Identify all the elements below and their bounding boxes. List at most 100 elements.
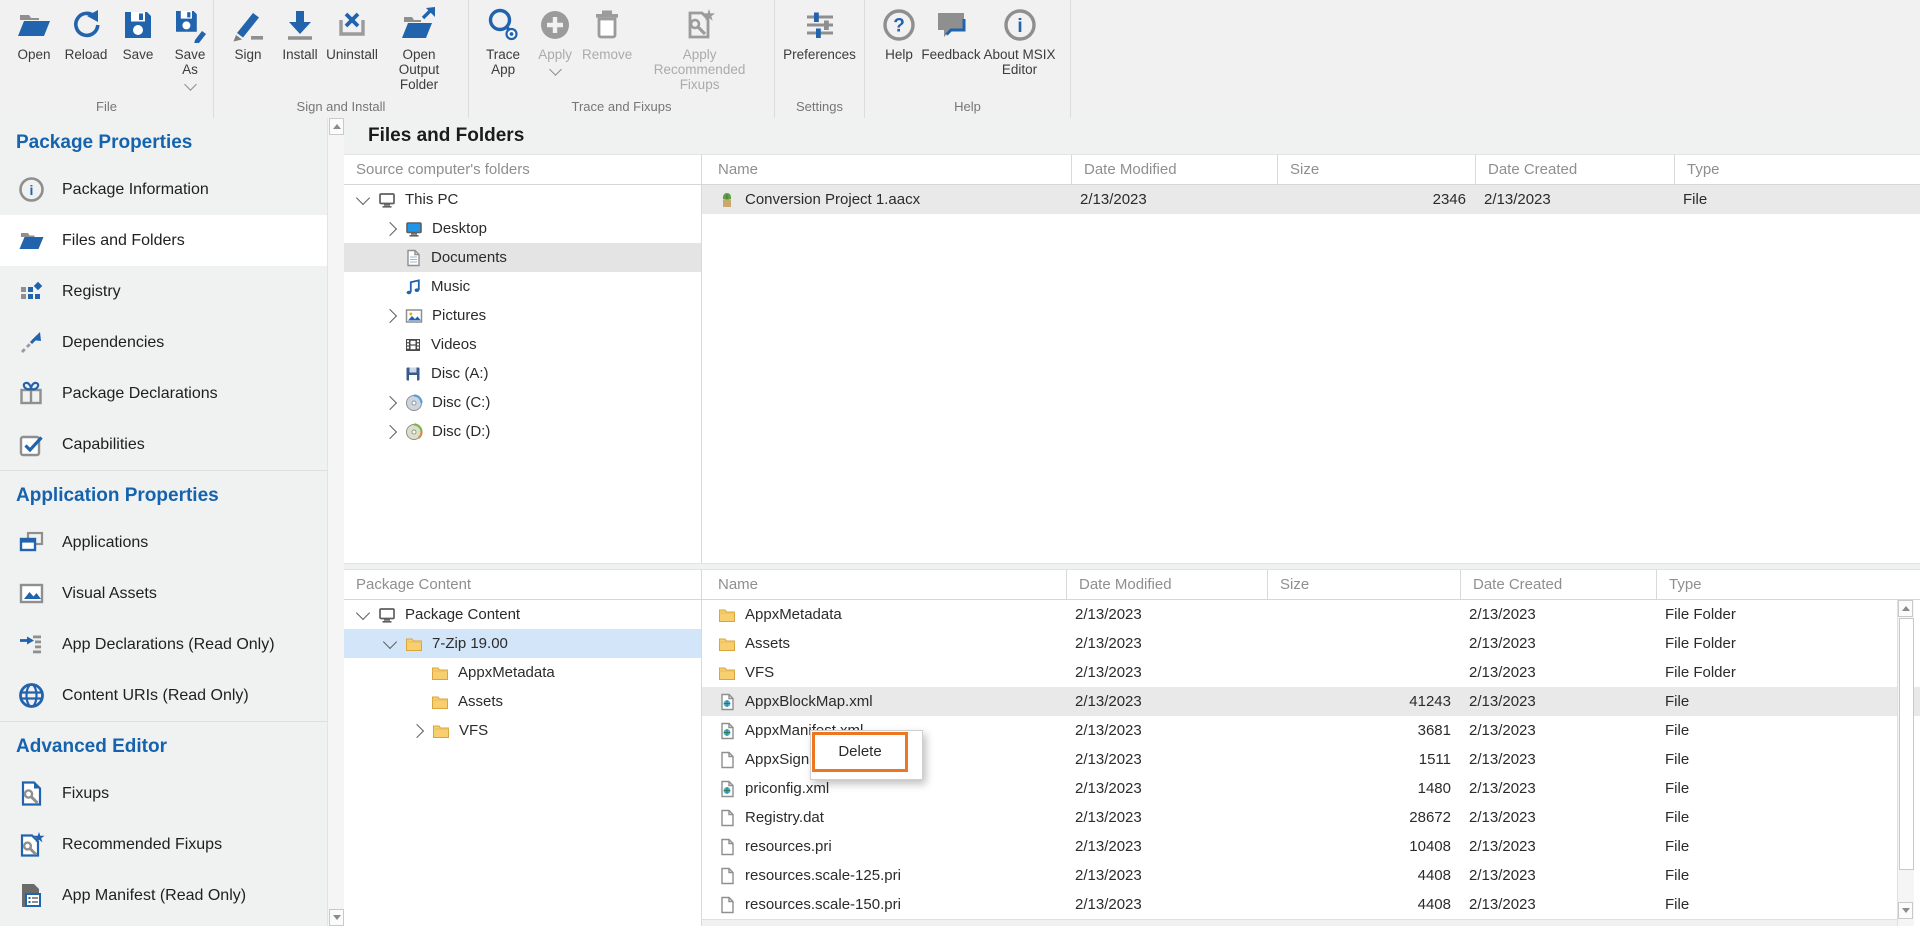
tree-item-desktop[interactable]: Desktop (344, 214, 701, 243)
sidebar-item-visual-assets[interactable]: Visual Assets (0, 568, 327, 619)
tree-item-music[interactable]: Music (344, 272, 701, 301)
sidebar-item-applications[interactable]: Applications (0, 517, 327, 568)
reload-button[interactable]: Reload (64, 7, 108, 62)
preferences-button[interactable]: Preferences (787, 7, 852, 62)
chevron-down-icon[interactable] (356, 605, 370, 619)
cell-date-modified: 2/13/2023 (1067, 606, 1268, 623)
chevron-right-icon[interactable] (383, 424, 397, 438)
sidebar-scroll-down-button[interactable] (329, 909, 344, 926)
file-row-resources-pri[interactable]: resources.pri2/13/2023104082/13/2023File (702, 832, 1920, 861)
help-button[interactable]: ?Help (877, 7, 921, 62)
file-row-assets[interactable]: Assets2/13/20232/13/2023File Folder (702, 629, 1920, 658)
chevron-right-icon[interactable] (410, 723, 424, 737)
remove-button[interactable]: Remove (585, 7, 629, 62)
button-label: Feedback (921, 47, 980, 62)
install-button[interactable]: Install (278, 7, 322, 62)
save-as-button[interactable]: Save As (168, 7, 212, 89)
source-panel: Source computer's foldersNameDate Modifi… (344, 155, 1920, 563)
sidebar-item-dependencies[interactable]: Dependencies (0, 317, 327, 368)
file-row-conversion-project-1-aacx[interactable]: Conversion Project 1.aacx2/13/202323462/… (702, 185, 1920, 214)
file-row-registry-dat[interactable]: Registry.dat2/13/2023286722/13/2023File (702, 803, 1920, 832)
column-header-date-modified[interactable]: Date Modified (1067, 570, 1268, 599)
sidebar-item-content-uris-read-only[interactable]: Content URIs (Read Only) (0, 670, 327, 721)
column-header-date-created[interactable]: Date Created (1476, 155, 1675, 184)
chevron-down-icon[interactable] (383, 634, 397, 648)
package-list-scrollbar[interactable] (1897, 600, 1914, 926)
horizontal-scrollbar-track[interactable] (702, 919, 1897, 926)
column-header-size[interactable]: Size (1268, 570, 1461, 599)
list-scroll-up-button[interactable] (1898, 600, 1913, 617)
tree-item-label: Package Content (405, 606, 520, 623)
chevron-right-icon[interactable] (383, 221, 397, 235)
column-header-date-created[interactable]: Date Created (1461, 570, 1657, 599)
feedback-button[interactable]: Feedback (929, 7, 973, 62)
button-label: Apply Recommended Fixups (637, 47, 762, 92)
sign-icon (230, 7, 266, 43)
scrollbar-thumb[interactable] (1899, 618, 1914, 870)
column-header-date-modified[interactable]: Date Modified (1072, 155, 1278, 184)
tree-item-disc-a[interactable]: Disc (A:) (344, 359, 701, 388)
open-output-folder-button[interactable]: Open Output Folder (382, 7, 456, 92)
file-row-appxmetadata[interactable]: AppxMetadata2/13/20232/13/2023File Folde… (702, 600, 1920, 629)
cell-date-created: 2/13/2023 (1461, 838, 1657, 855)
tree-item-package-content[interactable]: Package Content (344, 600, 701, 629)
file-row-resources-scale-125-pri[interactable]: resources.scale-125.pri2/13/202344082/13… (702, 861, 1920, 890)
tree-item-documents[interactable]: Documents (344, 243, 701, 272)
column-header-type[interactable]: Type (1657, 570, 1897, 599)
tree-item-disc-c[interactable]: Disc (C:) (344, 388, 701, 417)
sidebar-item-recommended-fixups[interactable]: Recommended Fixups (0, 819, 327, 870)
ribbon-group-label: Settings (775, 98, 864, 118)
sidebar-item-registry[interactable]: Registry (0, 266, 327, 317)
tree-item-pictures[interactable]: Pictures (344, 301, 701, 330)
panel-splitter[interactable] (344, 563, 1920, 570)
chevron-right-icon[interactable] (383, 395, 397, 409)
button-label: Install (282, 47, 317, 62)
cell-type: File (1657, 838, 1897, 855)
apply-recommended-fixups-button[interactable]: Apply Recommended Fixups (637, 7, 762, 92)
file-row-vfs[interactable]: VFS2/13/20232/13/2023File Folder (702, 658, 1920, 687)
cell-date-created: 2/13/2023 (1461, 664, 1657, 681)
uninstall-button[interactable]: Uninstall (330, 7, 374, 62)
tree-item-this-pc[interactable]: This PC (344, 185, 701, 214)
sidebar-item-app-manifest-read-only[interactable]: App Manifest (Read Only) (0, 870, 327, 921)
file-row-appxblockmap-xml[interactable]: AppxBlockMap.xml2/13/2023412432/13/2023F… (702, 687, 1920, 716)
sidebar-item-package-declarations[interactable]: Package Declarations (0, 368, 327, 419)
chevron-down-icon[interactable] (356, 190, 370, 204)
apply-button[interactable]: Apply (533, 7, 577, 74)
sidebar-section-heading: Advanced Editor (0, 724, 327, 768)
tree-item-disc-d[interactable]: Disc (D:) (344, 417, 701, 446)
sidebar-item-fixups[interactable]: Fixups (0, 768, 327, 819)
column-header-type[interactable]: Type (1675, 155, 1920, 184)
trace-app-button[interactable]: Trace App (481, 7, 525, 77)
context-menu-item-delete[interactable]: Delete (812, 732, 908, 772)
column-header-name[interactable]: Name (702, 570, 1067, 599)
about-msix-editor-button[interactable]: iAbout MSIX Editor (981, 7, 1058, 77)
sidebar-item-package-information[interactable]: iPackage Information (0, 164, 327, 215)
sidebar-scroll-up-button[interactable] (329, 118, 344, 135)
tree-item-assets[interactable]: Assets (344, 687, 701, 716)
save-button[interactable]: Save (116, 7, 160, 62)
chevron-right-icon[interactable] (383, 308, 397, 322)
folder-icon (405, 635, 423, 653)
column-header-size[interactable]: Size (1278, 155, 1476, 184)
file-row-resources-scale-150-pri[interactable]: resources.scale-150.pri2/13/202344082/13… (702, 890, 1920, 919)
save-icon (120, 7, 156, 43)
tree-item-vfs[interactable]: VFS (344, 716, 701, 745)
context-menu: Delete (810, 730, 923, 780)
list-scroll-down-button[interactable] (1898, 902, 1913, 919)
sidebar-item-capabilities[interactable]: Capabilities (0, 419, 327, 470)
sidebar-scrollbar[interactable] (327, 118, 344, 926)
tree-item-7-zip-19-00[interactable]: 7-Zip 19.00 (344, 629, 701, 658)
tree-pane-header: Source computer's folders (344, 155, 702, 184)
cell-type: File (1657, 809, 1897, 826)
open-button[interactable]: Open (12, 7, 56, 62)
sidebar-item-files-and-folders[interactable]: Files and Folders (0, 215, 327, 266)
column-header-name[interactable]: Name (702, 155, 1072, 184)
tree-item-label: Disc (C:) (432, 394, 490, 411)
tree-item-appxmetadata[interactable]: AppxMetadata (344, 658, 701, 687)
tree-item-videos[interactable]: Videos (344, 330, 701, 359)
tree-item-label: Desktop (432, 220, 487, 237)
sign-button[interactable]: Sign (226, 7, 270, 62)
sidebar-item-app-declarations-read-only[interactable]: App Declarations (Read Only) (0, 619, 327, 670)
cell-name: VFS (702, 664, 1067, 682)
